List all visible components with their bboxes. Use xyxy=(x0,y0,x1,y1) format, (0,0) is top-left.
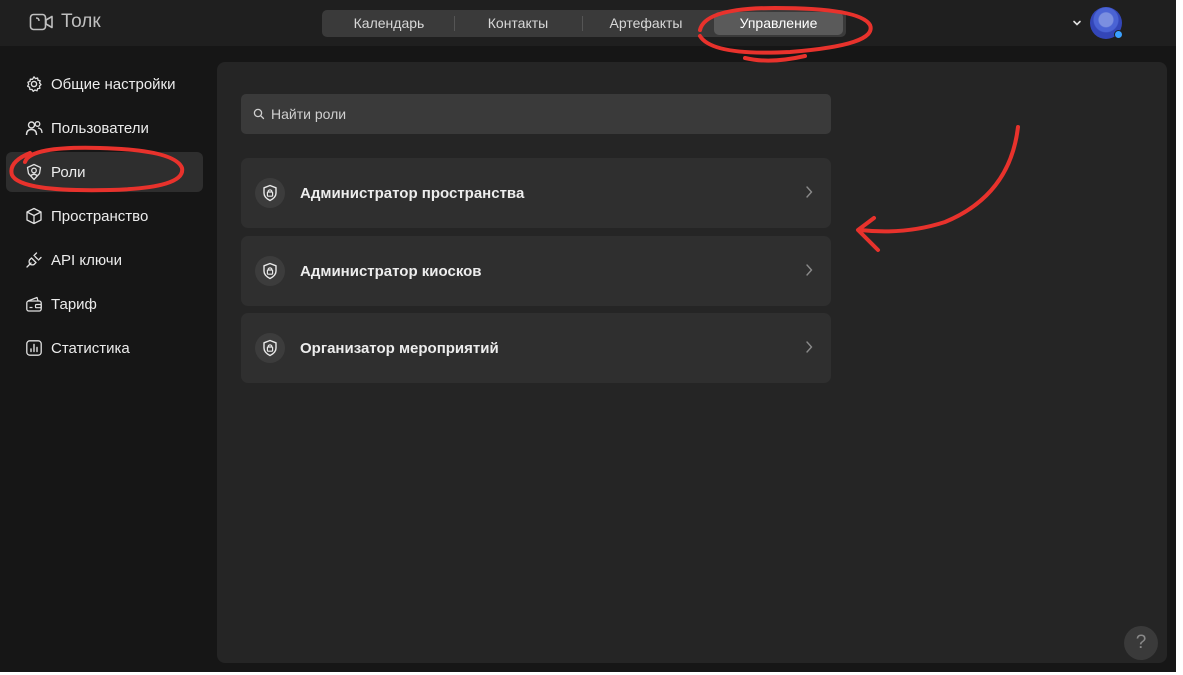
sidebar-item-label: Пространство xyxy=(51,207,149,225)
nav-divider xyxy=(454,16,455,31)
sidebar-item-general-settings[interactable]: Общие настройки xyxy=(6,64,203,104)
chevron-right-icon xyxy=(805,185,813,204)
tab-calendar[interactable]: Календарь xyxy=(336,10,442,37)
cube-icon xyxy=(25,207,43,225)
chevron-right-icon xyxy=(805,263,813,282)
app-name: Толк xyxy=(61,11,101,32)
stats-icon xyxy=(25,339,43,357)
search-icon xyxy=(253,108,265,120)
sidebar-item-label: Общие настройки xyxy=(51,75,176,93)
sidebar-item-api-keys[interactable]: API ключи xyxy=(6,240,203,280)
app-logo[interactable]: Толк xyxy=(29,10,101,34)
role-item-kiosk-admin[interactable]: Администратор киосков xyxy=(241,236,831,306)
main-nav: Календарь Контакты Артефакты Управление xyxy=(322,10,846,37)
online-status-dot xyxy=(1114,30,1123,39)
tab-management[interactable]: Управление xyxy=(714,12,843,35)
tab-contacts[interactable]: Контакты xyxy=(468,10,568,37)
sidebar-item-roles[interactable]: Роли xyxy=(6,152,203,192)
nav-divider xyxy=(582,16,583,31)
sidebar-item-users[interactable]: Пользователи xyxy=(6,108,203,148)
sidebar-item-label: Роли xyxy=(51,163,86,181)
chevron-down-icon[interactable] xyxy=(1072,18,1082,28)
role-item-event-organizer[interactable]: Организатор мероприятий xyxy=(241,313,831,383)
sidebar-item-tariff[interactable]: Тариф xyxy=(6,284,203,324)
shield-lock-icon xyxy=(255,333,285,363)
sidebar-item-label: Статистика xyxy=(51,339,130,357)
role-label: Администратор киосков xyxy=(300,262,482,280)
role-search[interactable] xyxy=(241,94,831,134)
video-camera-icon xyxy=(29,12,55,32)
chevron-right-icon xyxy=(805,340,813,359)
sidebar-item-label: Тариф xyxy=(51,295,97,313)
sidebar-item-statistics[interactable]: Статистика xyxy=(6,328,203,368)
users-icon xyxy=(25,119,43,137)
wallet-icon xyxy=(25,295,43,313)
roles-icon xyxy=(25,163,43,181)
user-menu[interactable] xyxy=(1072,6,1123,40)
help-button[interactable]: ? xyxy=(1124,626,1158,660)
gear-icon xyxy=(25,75,43,93)
role-label: Организатор мероприятий xyxy=(300,339,499,357)
plug-icon xyxy=(25,251,43,269)
app-window: Толк Календарь Контакты Артефакты Управл… xyxy=(0,0,1176,672)
roles-panel: Администратор пространства Администратор… xyxy=(217,62,1167,663)
role-item-space-admin[interactable]: Администратор пространства xyxy=(241,158,831,228)
avatar[interactable] xyxy=(1090,7,1123,39)
sidebar-item-space[interactable]: Пространство xyxy=(6,196,203,236)
role-label: Администратор пространства xyxy=(300,184,525,202)
top-bar: Толк Календарь Контакты Артефакты Управл… xyxy=(0,0,1176,46)
tab-artifacts[interactable]: Артефакты xyxy=(598,10,694,37)
shield-lock-icon xyxy=(255,256,285,286)
shield-lock-icon xyxy=(255,178,285,208)
sidebar-item-label: API ключи xyxy=(51,251,122,269)
sidebar-item-label: Пользователи xyxy=(51,119,149,137)
search-input[interactable] xyxy=(271,106,811,122)
